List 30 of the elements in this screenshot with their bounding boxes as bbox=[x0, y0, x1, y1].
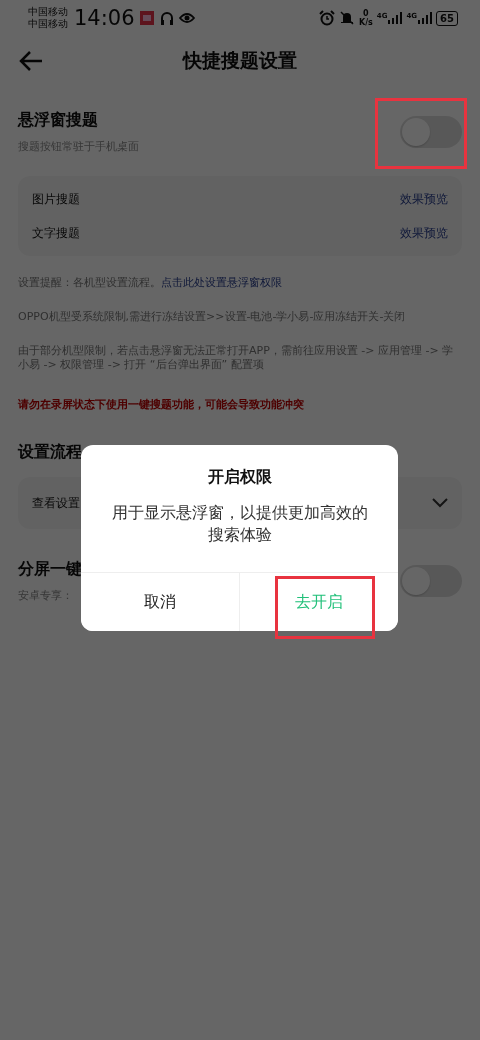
preview-link[interactable]: 效果预览 bbox=[400, 190, 448, 208]
speed-value: 0 bbox=[363, 9, 369, 18]
speed-unit: K/s bbox=[358, 18, 373, 27]
toggle-switch[interactable] bbox=[400, 565, 462, 597]
signal-bars-icon bbox=[418, 12, 433, 24]
headphones-icon bbox=[158, 10, 175, 26]
permission-link[interactable]: 点击此处设置悬浮窗权限 bbox=[161, 276, 282, 289]
section-title: 分屏一键 bbox=[18, 559, 82, 580]
carrier-label: 中国移动 bbox=[28, 6, 68, 18]
section-title: 设置流程 bbox=[18, 442, 83, 463]
confirm-button[interactable]: 去开启 bbox=[239, 573, 398, 631]
muted-bell-icon bbox=[338, 10, 355, 26]
eye-icon bbox=[178, 10, 195, 26]
app-notification-icon bbox=[138, 10, 155, 26]
dialog-message: 用于显示悬浮窗，以提供更加高效的搜索体验 bbox=[111, 502, 368, 546]
warning-text: 请勿在录屏状态下使用一键搜题功能，可能会导致功能冲突 bbox=[18, 397, 305, 412]
carrier-label: 中国移动 bbox=[28, 18, 68, 30]
toggle-switch[interactable] bbox=[400, 116, 462, 148]
signal-bars-icon bbox=[388, 12, 403, 24]
battery-level: 65 bbox=[436, 10, 458, 26]
section-title: 悬浮窗搜题 bbox=[18, 110, 99, 131]
alarm-icon bbox=[318, 10, 335, 26]
preview-link[interactable]: 效果预览 bbox=[400, 224, 448, 242]
option-label: 图片搜题 bbox=[32, 190, 80, 208]
back-arrow-icon[interactable] bbox=[18, 49, 44, 73]
page-title: 快捷搜题设置 bbox=[183, 48, 297, 73]
option-label: 文字搜题 bbox=[32, 224, 80, 242]
chevron-down-icon bbox=[432, 498, 448, 508]
dialog-title: 开启权限 bbox=[206, 467, 273, 488]
clock-time: 14:06 bbox=[74, 6, 135, 30]
